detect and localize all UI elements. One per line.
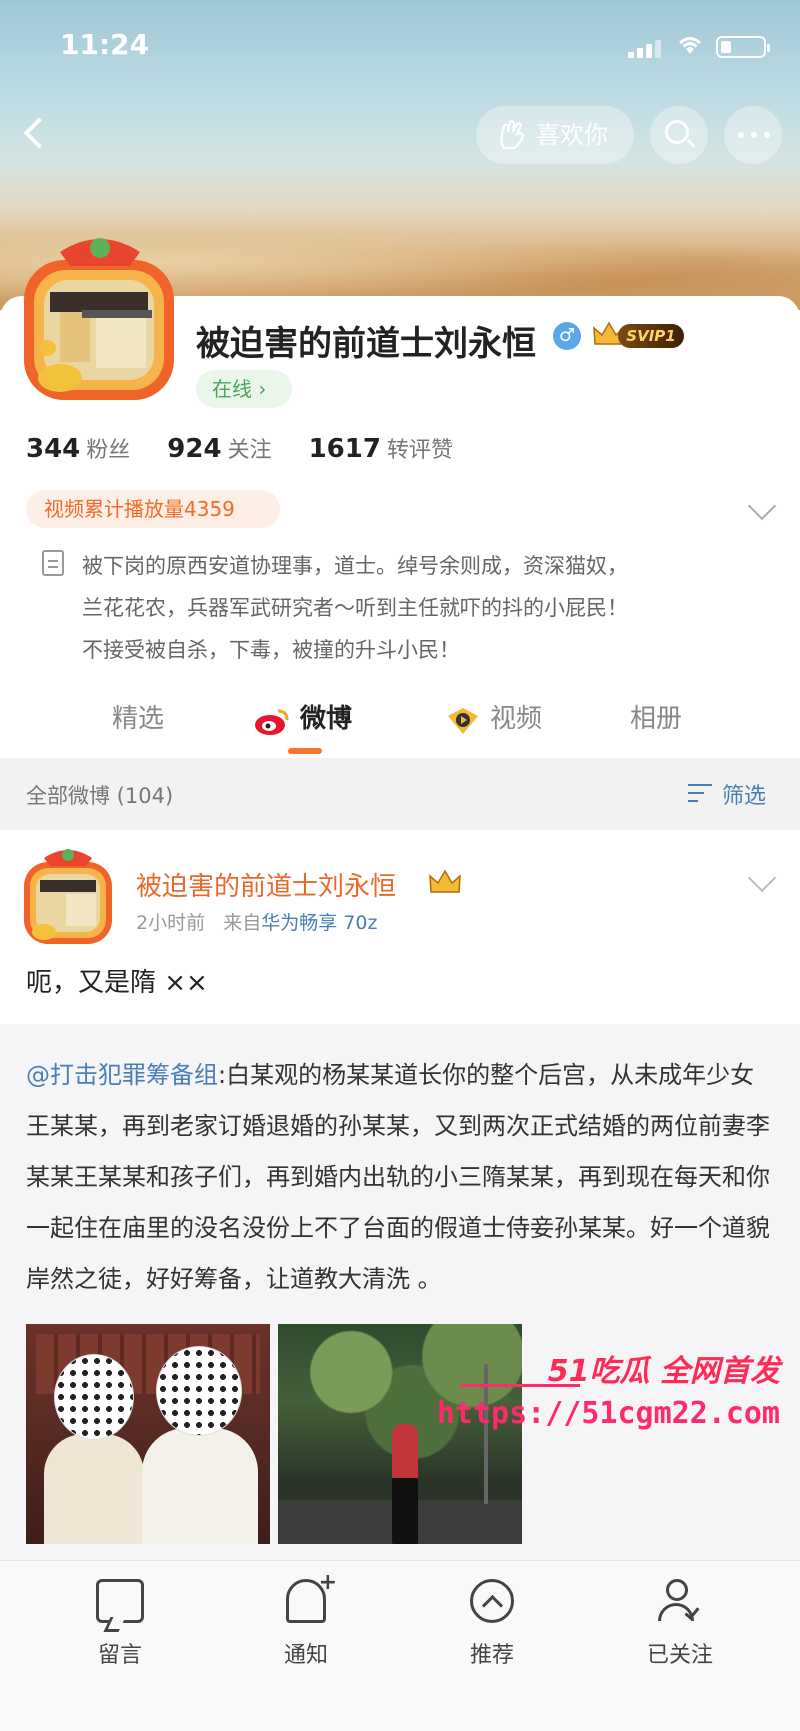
filter-button[interactable]: 筛选: [688, 778, 766, 810]
tab-featured[interactable]: 精选: [112, 698, 164, 735]
profile-name: 被迫害的前道士刘永恒: [196, 324, 536, 364]
profile-tabs: 精选 微博 视频 相册: [0, 690, 800, 758]
bell-plus-icon: [286, 1570, 337, 1623]
recommend-label: 推荐: [469, 1643, 514, 1668]
post-time: 2小时前: [136, 912, 206, 934]
post-image-1[interactable]: [26, 1324, 270, 1544]
notify-label: 通知: [283, 1643, 328, 1668]
profile-stats: 344 粉丝 924 关注 1617 转评赞: [26, 432, 483, 468]
notify-button[interactable]: 通知: [246, 1570, 366, 1683]
mosaic-face: [156, 1346, 242, 1436]
following-button[interactable]: 已关注: [620, 1573, 740, 1683]
post-menu-chevron-icon[interactable]: [747, 863, 777, 893]
online-status[interactable]: 在线 ›: [196, 370, 292, 408]
tab-album[interactable]: 相册: [630, 698, 682, 735]
interactions-stat[interactable]: 1617 转评赞: [309, 432, 453, 464]
bio-line: 兰花花农，兵器军武研究者～听到主任就吓的抖的小屁民！: [82, 596, 628, 620]
recommend-button[interactable]: 推荐: [432, 1573, 552, 1683]
comment-label: 留言: [97, 1643, 142, 1668]
post-avatar[interactable]: [22, 846, 114, 946]
bio-line: 被下岗的原西安道协理事，道士。绰号余则成，资深猫奴，: [82, 554, 628, 578]
cellular-signal-icon: [628, 38, 664, 58]
watermark-url: https://51cgm22.com: [436, 1396, 780, 1431]
document-icon: [42, 550, 64, 576]
more-dots-icon: [738, 132, 770, 138]
profile-bio: 被下岗的原西安道协理事，道士。绰号余则成，资深猫奴， 兰花花农，兵器军武研究者～…: [82, 545, 742, 671]
tab-video[interactable]: 视频: [490, 698, 542, 735]
following-label: 已关注: [646, 1643, 713, 1668]
post-meta: 2小时前 来自华为畅享 70z: [136, 908, 377, 935]
comment-icon: [96, 1579, 144, 1623]
filter-icon: [688, 782, 714, 804]
gender-male-icon: ♂: [553, 322, 581, 350]
video-play-icon: [448, 708, 478, 734]
feed-header: 全部微博 (104) 筛选: [0, 758, 800, 830]
chevron-left-icon: [23, 117, 55, 149]
svip-badge[interactable]: SVIP1: [592, 318, 686, 350]
svip-label: SVIP1: [618, 324, 684, 348]
post-author[interactable]: 被迫害的前道士刘永恒: [136, 866, 396, 903]
filter-label: 筛选: [722, 784, 767, 809]
bio-line: 不接受被自杀，下毒，被撞的升斗小民！: [82, 638, 460, 662]
watermark: 51吃瓜 全网首发 https://51cgm22.com: [437, 1346, 780, 1442]
status-bar: 11:24: [0, 28, 800, 68]
more-button[interactable]: [724, 106, 782, 164]
user-check-icon: [656, 1579, 704, 1623]
tab-weibo[interactable]: 微博: [300, 698, 352, 735]
post-count: 全部微博 (104): [26, 784, 174, 808]
comment-button[interactable]: 留言: [60, 1573, 180, 1683]
like-you-button[interactable]: 喜欢你: [476, 106, 634, 164]
chevron-up-circle-icon: [470, 1579, 514, 1623]
followers-stat[interactable]: 344 粉丝: [26, 432, 130, 464]
wifi-icon: [676, 34, 704, 58]
watermark-brand: 51吃瓜 全网首发: [547, 1354, 780, 1389]
bottom-action-bar: 留言 通知 推荐 已关注: [0, 1560, 800, 1731]
weibo-logo-icon: [255, 709, 289, 735]
post-source-prefix: 来自: [223, 912, 262, 934]
repost-body: :白某观的杨某某道长你的整个后宫，从未成年少女王某某，再到老家订婚退婚的孙某某，…: [26, 1061, 770, 1293]
battery-icon: [716, 36, 770, 58]
back-button[interactable]: [20, 112, 60, 160]
repost-mention[interactable]: @打击犯罪筹备组: [26, 1061, 218, 1089]
video-plays-badge[interactable]: 视频累计播放量4359: [26, 490, 280, 528]
search-button[interactable]: [650, 106, 708, 164]
crown-icon: [429, 869, 461, 893]
hand-wave-icon: [500, 120, 525, 150]
active-tab-indicator: [288, 748, 322, 754]
profile-page: 11:24 喜欢你 被迫害的前道士刘永恒 ♂ SVIP1 在线 › 344 粉丝…: [0, 0, 800, 1731]
post-text: 呃，又是隋 ××: [26, 968, 208, 998]
like-you-label: 喜欢你: [536, 121, 608, 149]
following-stat[interactable]: 924 关注: [167, 432, 271, 464]
avatar[interactable]: [20, 232, 180, 406]
status-time: 11:24: [60, 28, 150, 61]
mosaic-face: [54, 1354, 134, 1440]
repost-text: @打击犯罪筹备组:白某观的杨某某道长你的整个后宫，从未成年少女王某某，再到老家订…: [26, 1050, 776, 1305]
post-source[interactable]: 华为畅享 70z: [261, 912, 377, 934]
